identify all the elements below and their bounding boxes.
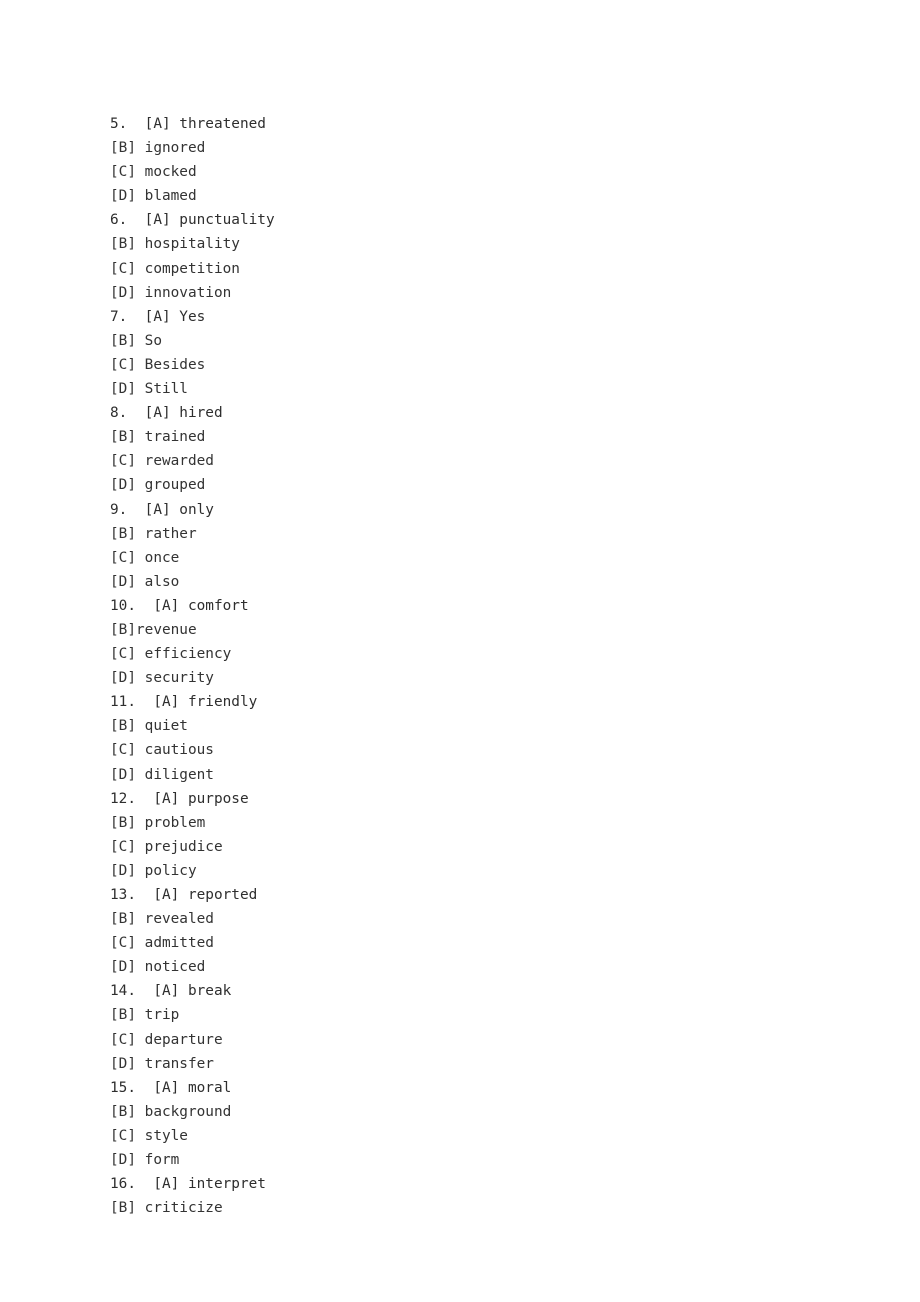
option-line: [B] problem <box>110 814 206 831</box>
option-line: [B] revealed <box>110 911 214 928</box>
question-line: 14. [A] break <box>110 983 232 1000</box>
question-line: 6. [A] punctuality <box>110 212 275 229</box>
option-line: [C] departure <box>110 1031 223 1048</box>
question-line: 7. [A] Yes <box>110 308 206 325</box>
option-line: [D] Still <box>110 381 188 398</box>
option-line: [C] Besides <box>110 356 206 373</box>
option-line: [B]revenue <box>110 621 197 638</box>
option-line: [D] policy <box>110 862 197 879</box>
option-line: [D] transfer <box>110 1055 214 1072</box>
option-line: [B] quiet <box>110 718 188 735</box>
question-line: 12. [A] purpose <box>110 790 249 807</box>
option-line: [B] rather <box>110 525 197 542</box>
question-line: 13. [A] reported <box>110 887 258 903</box>
option-line: [B] So <box>110 332 162 349</box>
question-line: 10. [A] comfort <box>110 597 249 614</box>
option-line: [B] trained <box>110 429 206 446</box>
option-line: [B] criticize <box>110 1200 223 1217</box>
option-line: [C] efficiency <box>110 646 232 663</box>
option-line: [C] rewarded <box>110 453 214 470</box>
option-line: [D] innovation <box>110 284 232 301</box>
option-line: [B] ignored <box>110 140 206 157</box>
answer-option-list: 5. [A] threatened [B] ignored [C] mocked [D… <box>110 112 870 1220</box>
option-line: [D] also <box>110 573 180 590</box>
option-line: [C] once <box>110 549 180 566</box>
document-page: 5. [A] threatened [B] ignored [C] mocked [D… <box>0 0 920 1302</box>
question-line: 5. [A] threatened <box>110 116 266 132</box>
option-line: [B] hospitality <box>110 236 240 253</box>
question-line: 8. [A] hired <box>110 405 223 422</box>
option-line: [B] background <box>110 1103 232 1120</box>
option-line: [C] mocked <box>110 164 197 181</box>
option-line: [D] security <box>110 670 214 687</box>
question-line: 9. [A] only <box>110 501 214 518</box>
option-line: [C] competition <box>110 260 240 277</box>
question-line: 15. [A] moral <box>110 1079 232 1096</box>
question-line: 16. [A] interpret <box>110 1176 266 1193</box>
option-line: [D] form <box>110 1152 180 1169</box>
option-line: [D] noticed <box>110 959 206 976</box>
option-line: [B] trip <box>110 1007 180 1024</box>
option-line: [C] prejudice <box>110 838 223 855</box>
option-line: [C] style <box>110 1127 188 1144</box>
option-line: [C] admitted <box>110 935 214 952</box>
option-line: [D] grouped <box>110 477 206 494</box>
option-line: [D] blamed <box>110 188 197 205</box>
option-line: [C] cautious <box>110 742 214 759</box>
option-line: [D] diligent <box>110 766 214 783</box>
question-line: 11. [A] friendly <box>110 694 258 711</box>
